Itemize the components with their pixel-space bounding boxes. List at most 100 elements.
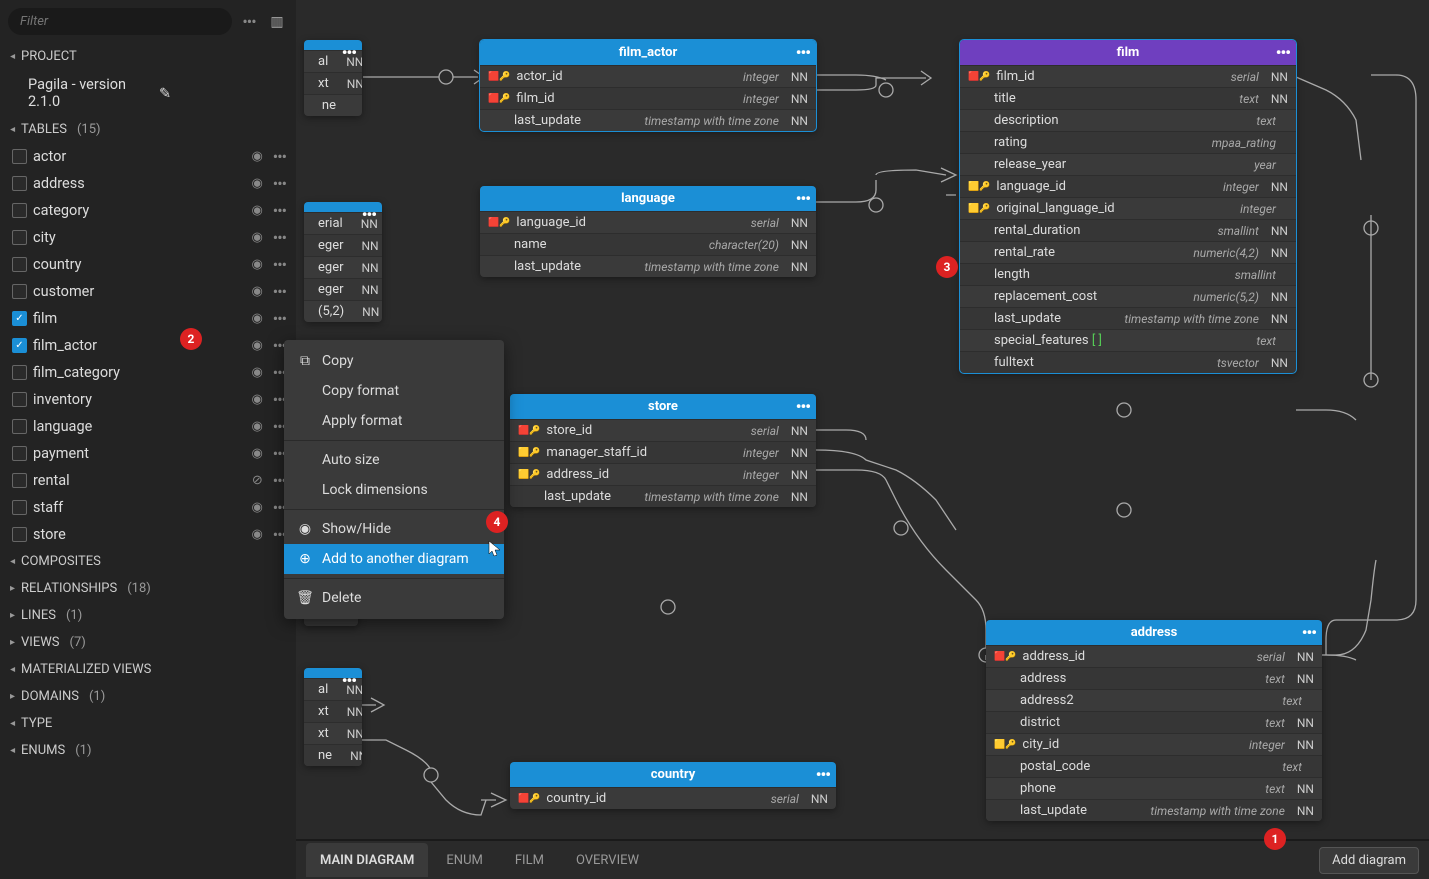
sidebar-item-address[interactable]: address ◉ ••• [0, 170, 296, 197]
section-tables[interactable]: ▾ TABLES (15) [0, 116, 296, 143]
ctx-auto-size[interactable]: Auto size [284, 445, 504, 475]
sidebar-item-language[interactable]: language ◉ ••• [0, 413, 296, 440]
edit-icon[interactable]: ✎ [159, 85, 282, 102]
sidebar-item-payment[interactable]: payment ◉ ••• [0, 440, 296, 467]
more-icon[interactable]: ••• [273, 228, 286, 247]
table-film[interactable]: film••• 🟥🔑film_idserialNNtitletextNNdesc… [960, 40, 1296, 373]
checkbox[interactable] [12, 176, 27, 191]
sidebar-item-film[interactable]: ✓ film ◉ ••• [0, 305, 296, 332]
eye-icon[interactable]: ◉ [251, 149, 262, 164]
more-icon[interactable]: ••• [273, 282, 286, 301]
tab-enum[interactable]: ENUM [432, 843, 496, 877]
checkbox[interactable] [12, 284, 27, 299]
more-icon[interactable]: ••• [796, 43, 810, 62]
eye-icon[interactable]: ◉ [251, 203, 262, 218]
sidebar-item-rental[interactable]: rental ⊘ ••• [0, 467, 296, 494]
more-icon[interactable]: ••• [796, 397, 810, 416]
eye-icon[interactable]: ◉ [251, 338, 262, 353]
section-composites[interactable]: ▾ COMPOSITES [0, 548, 296, 575]
more-icon[interactable]: ••• [796, 189, 810, 208]
table-partial[interactable]: ••• alNNxtNNxtNNneNN [304, 668, 362, 766]
checkbox[interactable] [12, 365, 27, 380]
checkbox[interactable] [12, 473, 27, 488]
eye-icon[interactable]: ◉ [251, 230, 262, 245]
eye-icon[interactable]: ◉ [251, 392, 262, 407]
eye-icon[interactable]: ◉ [251, 257, 262, 272]
checkbox[interactable] [12, 149, 27, 164]
checkbox[interactable] [12, 527, 27, 542]
table-language[interactable]: language••• 🟥🔑language_idserialNNnamecha… [480, 186, 816, 277]
more-icon[interactable]: ••• [816, 765, 830, 784]
section-enums[interactable]: ▾ ENUMS (1) [0, 737, 296, 764]
tab-film[interactable]: FILM [501, 843, 558, 877]
sidebar-item-city[interactable]: city ◉ ••• [0, 224, 296, 251]
sidebar-item-film_actor[interactable]: ✓ film_actor ◉ ••• [0, 332, 296, 359]
sidebar-item-actor[interactable]: actor ◉ ••• [0, 143, 296, 170]
section-matviews[interactable]: ▾ MATERIALIZED VIEWS [0, 656, 296, 683]
section-project[interactable]: ▾ PROJECT [0, 43, 296, 70]
more-icon[interactable]: ••• [273, 309, 286, 328]
eye-icon[interactable]: ◉ [251, 500, 262, 515]
more-icon[interactable]: ••• [273, 255, 286, 274]
table-address[interactable]: address••• 🟥🔑address_idserialNNaddresste… [986, 620, 1322, 821]
more-icon[interactable]: ••• [342, 671, 356, 690]
checkbox[interactable] [12, 203, 27, 218]
table-partial[interactable]: ••• erialNNegerNNegerNNegerNN(5,2)NN [304, 202, 382, 322]
sidebar-item-inventory[interactable]: inventory ◉ ••• [0, 386, 296, 413]
filter-input[interactable] [8, 8, 232, 35]
filter-more-icon[interactable]: ••• [238, 11, 260, 33]
more-icon[interactable]: ••• [1302, 623, 1316, 642]
sidebar-item-category[interactable]: category ◉ ••• [0, 197, 296, 224]
table-partial[interactable]: ••• alNNxtNNne [304, 40, 362, 116]
ctx-lock-dimensions[interactable]: Lock dimensions [284, 475, 504, 505]
section-relationships[interactable]: ▸ RELATIONSHIPS (18) [0, 575, 296, 602]
more-icon[interactable]: ••• [1276, 43, 1290, 62]
eye-icon[interactable]: ◉ [251, 527, 262, 542]
checkbox[interactable] [12, 230, 27, 245]
eye-off-icon[interactable]: ⊘ [252, 473, 263, 488]
tab-main-diagram[interactable]: MAIN DIAGRAM [306, 843, 428, 877]
section-domains[interactable]: ▸ DOMAINS (1) [0, 683, 296, 710]
checkbox[interactable] [12, 392, 27, 407]
checkbox[interactable] [12, 500, 27, 515]
section-lines[interactable]: ▸ LINES (1) [0, 602, 296, 629]
table-column: fulltexttsvectorNN [960, 351, 1296, 373]
sidebar-item-customer[interactable]: customer ◉ ••• [0, 278, 296, 305]
checkbox[interactable] [12, 419, 27, 434]
more-icon[interactable]: ••• [273, 147, 286, 166]
section-type[interactable]: ▾ TYPE [0, 710, 296, 737]
table-country[interactable]: country••• 🟥🔑country_idserialNN [510, 762, 836, 809]
more-icon[interactable]: ••• [362, 205, 376, 224]
add-diagram-button[interactable]: Add diagram [1319, 847, 1419, 874]
sidebar-item-store[interactable]: store ◉ ••• [0, 521, 296, 548]
checkbox[interactable]: ✓ [12, 311, 27, 326]
checkbox[interactable]: ✓ [12, 338, 27, 353]
sidebar-item-film_category[interactable]: film_category ◉ ••• [0, 359, 296, 386]
section-views[interactable]: ▸ VIEWS (7) [0, 629, 296, 656]
more-icon[interactable]: ••• [342, 43, 356, 62]
ctx-apply-format[interactable]: Apply format [284, 406, 504, 436]
tab-overview[interactable]: OVERVIEW [562, 843, 653, 877]
table-title: film_actor••• [480, 40, 816, 65]
eye-icon[interactable]: ◉ [251, 446, 262, 461]
more-icon[interactable]: ••• [273, 201, 286, 220]
table-film-actor[interactable]: film_actor••• 🟥🔑actor_idintegerNN🟥🔑film_… [480, 40, 816, 131]
ctx-copy[interactable]: ⧉Copy [284, 346, 504, 376]
eye-icon[interactable]: ◉ [251, 311, 262, 326]
ctx-copy-format[interactable]: Copy format [284, 376, 504, 406]
ctx-show-hide[interactable]: ◉Show/Hide [284, 514, 504, 544]
ctx-label: Copy format [322, 383, 399, 399]
more-icon[interactable]: ••• [273, 174, 286, 193]
ctx-delete[interactable]: 🗑Delete [284, 583, 504, 613]
eye-icon[interactable]: ◉ [251, 365, 262, 380]
eye-icon[interactable]: ◉ [251, 419, 262, 434]
checkbox[interactable] [12, 446, 27, 461]
sidebar-item-country[interactable]: country ◉ ••• [0, 251, 296, 278]
eye-icon[interactable]: ◉ [251, 176, 262, 191]
ctx-add-to-another-diagram[interactable]: ⊕Add to another diagram [284, 544, 504, 574]
eye-icon[interactable]: ◉ [251, 284, 262, 299]
panel-toggle-icon[interactable]: ▥ [266, 11, 288, 33]
checkbox[interactable] [12, 257, 27, 272]
table-store[interactable]: store••• 🟥🔑store_idserialNN🟨🔑manager_sta… [510, 394, 816, 507]
sidebar-item-staff[interactable]: staff ◉ ••• [0, 494, 296, 521]
